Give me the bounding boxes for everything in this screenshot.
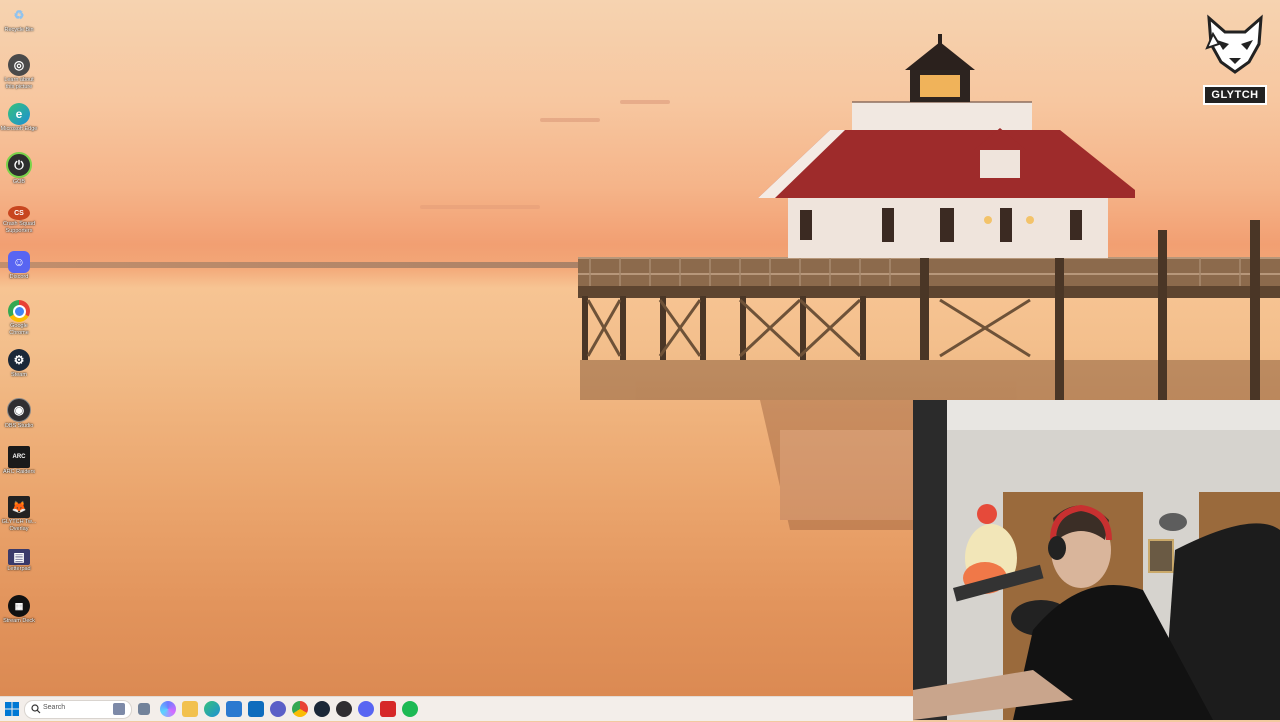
search-highlight-icon [113, 703, 125, 715]
webcam-overlay [913, 400, 1280, 720]
stream-deck-icon: ▦ [8, 595, 30, 617]
desktop-icon-crash-squad[interactable]: CS Crash Squad Supporters [0, 202, 38, 248]
desktop-icon-obs[interactable]: ◉ OBS Studio [0, 398, 38, 444]
copilot-icon[interactable] [160, 701, 176, 717]
webcam-feed [913, 400, 1280, 720]
desktop-icon-letterpad[interactable]: ▤ Letterpad [0, 549, 38, 595]
desktop-icon-arc-raiders[interactable]: ARC ARC Raiders [0, 446, 38, 492]
desktop-icon-stream-deck[interactable]: ▦ Stream Deck [0, 595, 38, 641]
cloud-streak [420, 205, 540, 209]
desktop-icon-learn-about-picture[interactable]: ◎ Learn about this picture [0, 54, 38, 100]
file-explorer-icon[interactable] [182, 701, 198, 717]
arc-raiders-icon: ARC [8, 446, 30, 468]
obs-icon[interactable] [336, 701, 352, 717]
taskbar-search[interactable]: Search [24, 700, 132, 719]
taskbar: Search [0, 696, 913, 721]
steam-icon: ⚙ [8, 349, 30, 371]
start-button[interactable] [4, 701, 20, 717]
red-app-icon[interactable] [380, 701, 396, 717]
edge-icon: e [8, 103, 30, 125]
edge-icon[interactable] [204, 701, 220, 717]
horizon-shoreline [0, 262, 620, 268]
desktop-icon-recycle-bin[interactable]: ♻ Recycle Bin [0, 4, 38, 50]
recycle-bin-icon: ♻ [13, 8, 25, 22]
game-icon: CS [8, 206, 30, 220]
task-view-icon[interactable] [138, 703, 150, 715]
glytch-logo: GLYTCH [1203, 14, 1267, 105]
desktop-icon-chrome[interactable]: Google Chrome [0, 300, 38, 346]
discord-icon: ☺ [8, 251, 30, 273]
glytch-wordmark: GLYTCH [1203, 85, 1267, 105]
discord-icon[interactable] [358, 701, 374, 717]
desktop-icon-gob[interactable]: ⏻ GOB [0, 152, 38, 198]
power-icon: ⏻ [6, 152, 32, 178]
windows-logo-icon [5, 702, 19, 716]
teams-icon[interactable] [270, 701, 286, 717]
desktop-icon-discord[interactable]: ☺ Discord [0, 251, 38, 297]
desktop-icon-edge[interactable]: e Microsoft Edge [0, 103, 38, 149]
glytch-icon: 🦊 [8, 496, 30, 518]
fox-mascot-icon [1205, 14, 1263, 74]
camera-icon: ◎ [8, 54, 30, 76]
spotify-icon[interactable] [402, 701, 418, 717]
steam-icon[interactable] [314, 701, 330, 717]
letterpad-icon: ▤ [8, 549, 30, 565]
obs-icon: ◉ [7, 398, 31, 422]
chrome-icon [8, 300, 30, 322]
search-placeholder: Search [43, 704, 66, 711]
outlook-icon[interactable] [248, 701, 264, 717]
desktop-icon-glytch-overlay[interactable]: 🦊 GLYTCH Tw... Overlay [0, 496, 38, 542]
store-icon[interactable] [226, 701, 242, 717]
desktop-icon-steam[interactable]: ⚙ Steam [0, 349, 38, 395]
chrome-icon[interactable] [292, 701, 308, 717]
search-icon [31, 704, 41, 714]
